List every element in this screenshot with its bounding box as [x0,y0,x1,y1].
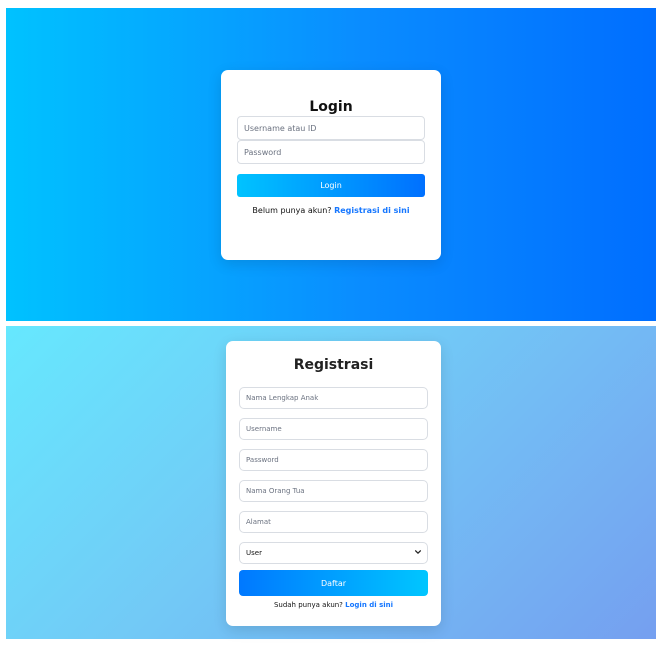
password-input[interactable] [237,140,425,164]
register-button[interactable]: Daftar [239,570,428,596]
username-input[interactable] [237,116,425,140]
login-prompt-text: Sudah punya akun? [273,601,343,609]
login-card: Login Login Belum punya akun? Registrasi… [221,70,441,260]
registration-title: Registrasi [293,357,374,373]
login-link[interactable]: Login di sini [345,601,393,609]
role-select-wrapper: User [239,542,428,564]
reg-username-input[interactable] [239,418,428,440]
role-select[interactable]: User [239,542,428,564]
login-screen: Login Login Belum punya akun? Registrasi… [6,8,656,321]
registration-card: Registrasi User Daftar Sudah punya akun?… [226,341,441,626]
parent-name-input[interactable] [239,480,428,502]
address-input[interactable] [239,511,428,533]
register-prompt: Belum punya akun? Registrasi di sini [237,206,425,215]
register-prompt-text: Belum punya akun? [252,206,332,215]
login-title: Login [309,99,353,115]
login-button[interactable]: Login [237,174,425,197]
child-fullname-input[interactable] [239,387,428,409]
registration-screen: Registrasi User Daftar Sudah punya akun?… [6,326,656,639]
login-prompt: Sudah punya akun? Login di sini [239,601,428,609]
register-link[interactable]: Registrasi di sini [334,206,409,215]
reg-password-input[interactable] [239,449,428,471]
